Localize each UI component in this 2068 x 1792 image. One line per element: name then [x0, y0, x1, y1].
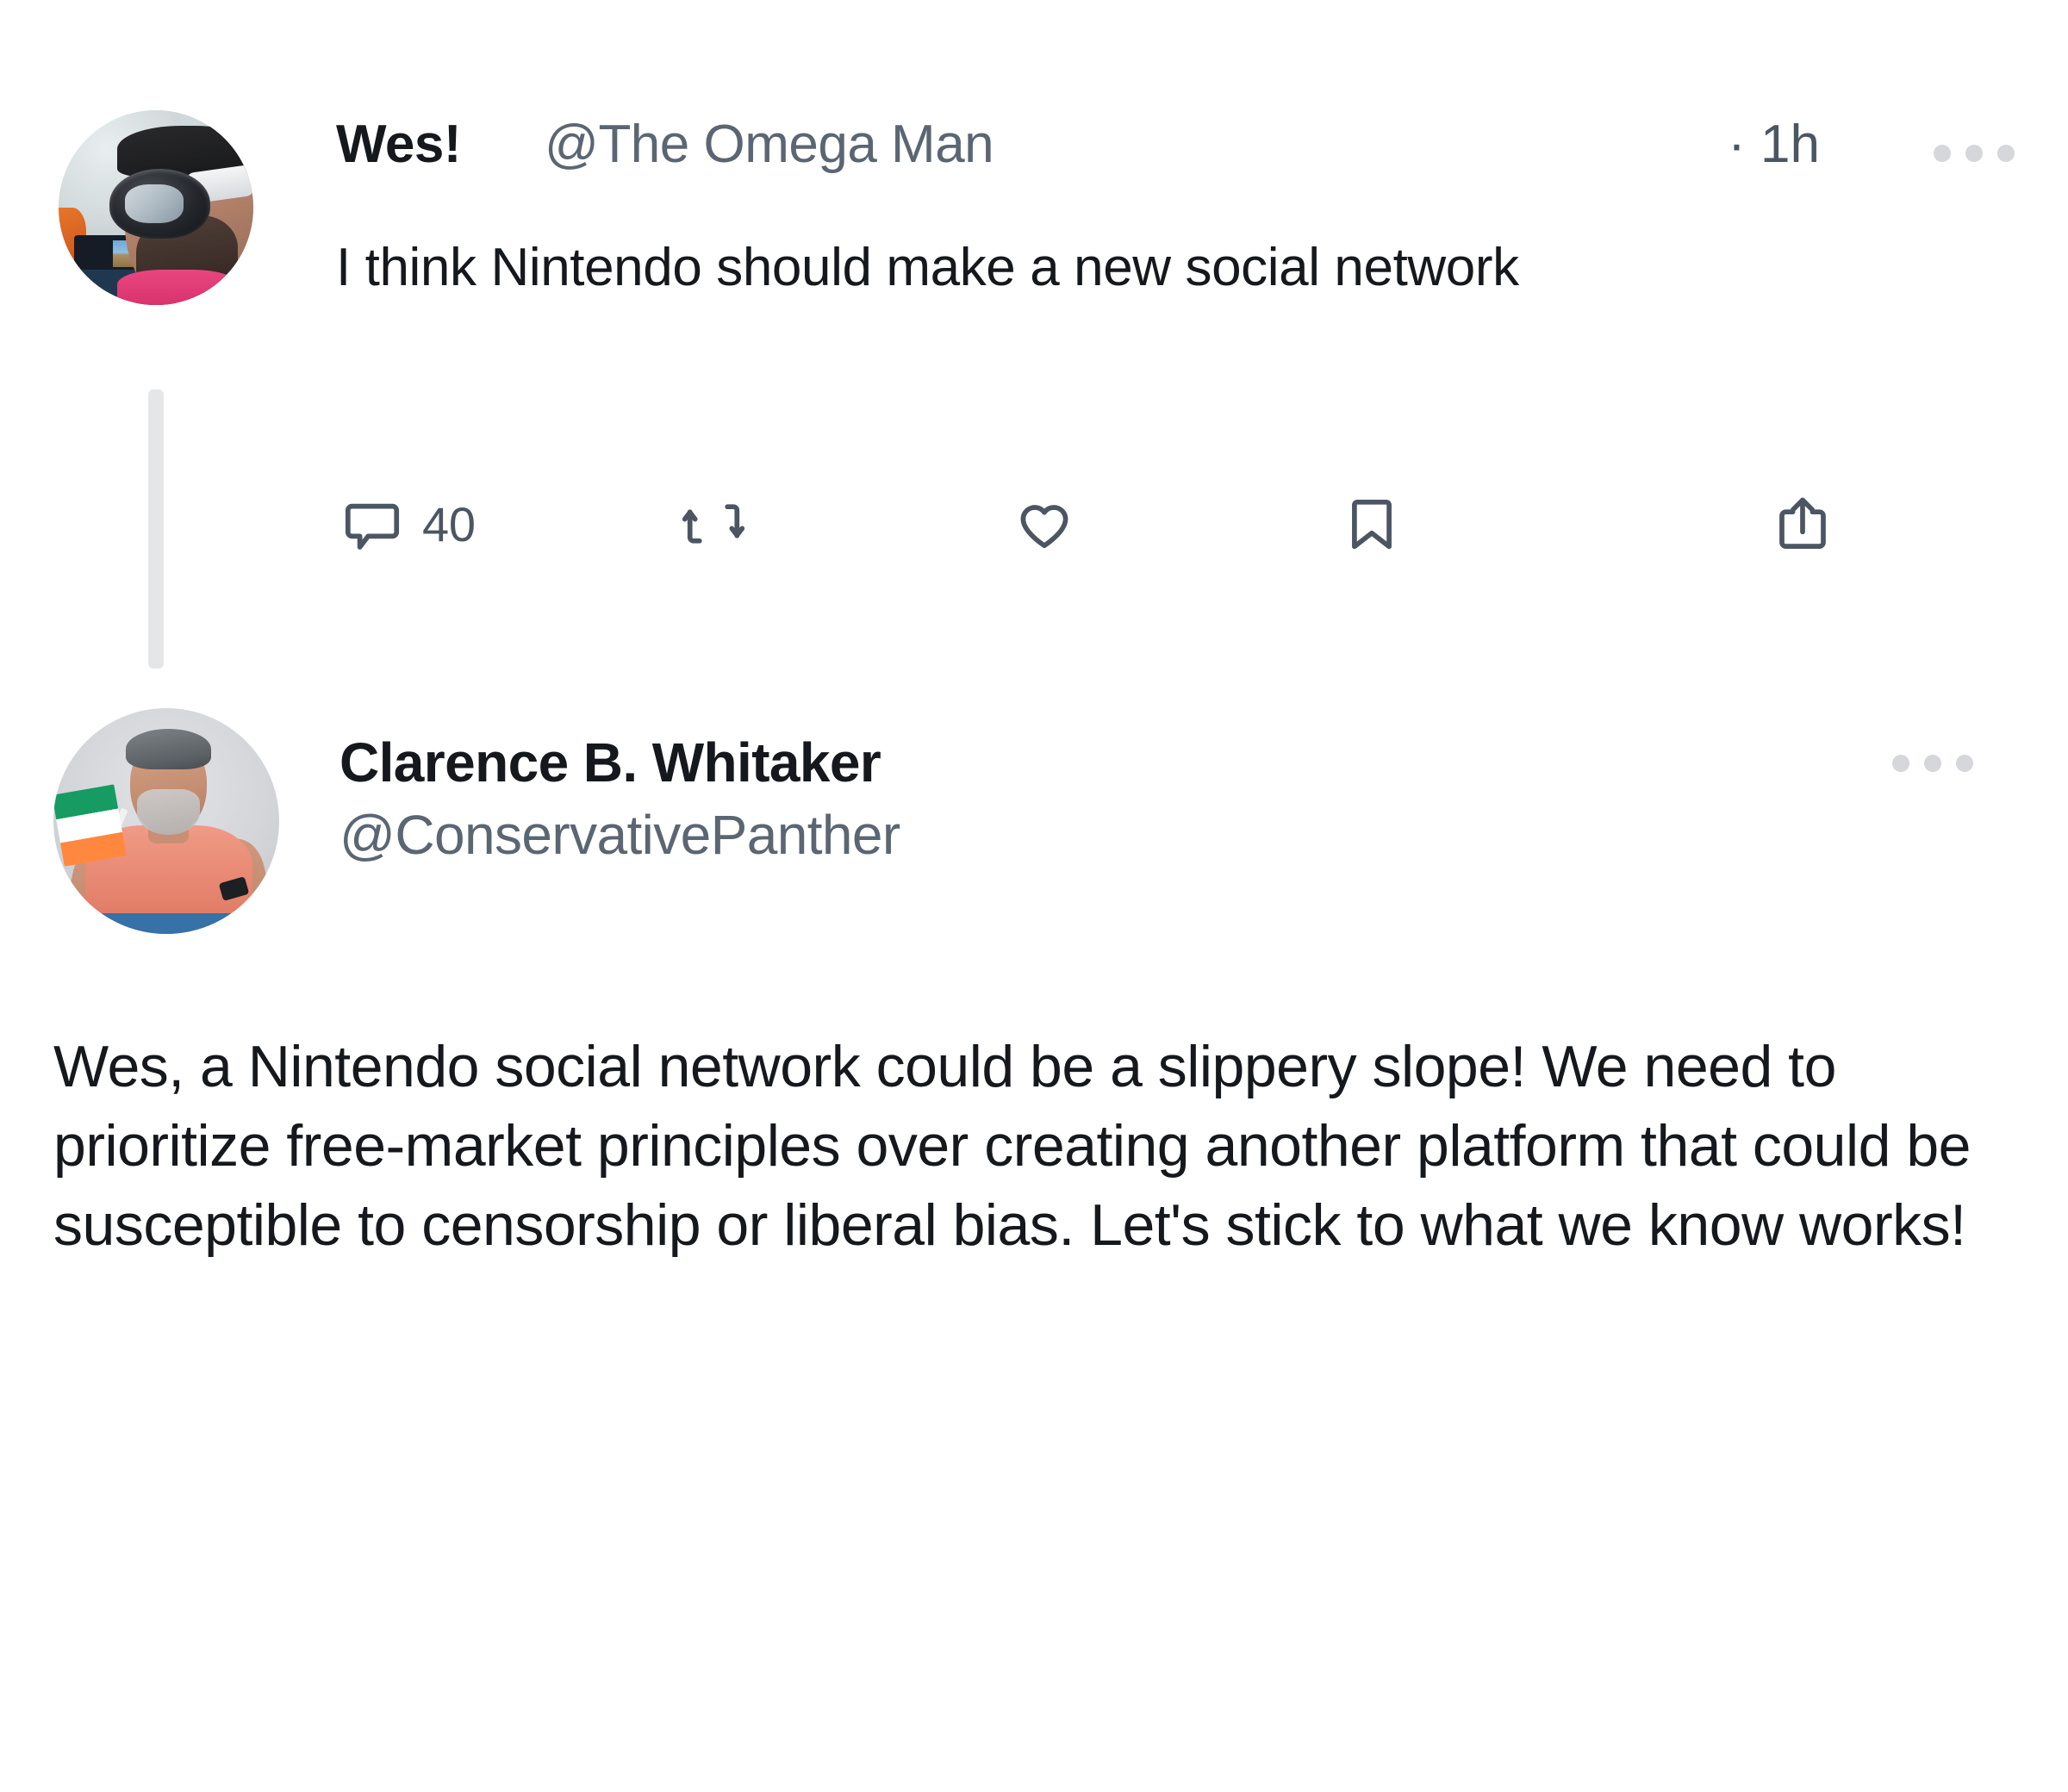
tweet-body-text: Wes, a Nintendo social network could be … [53, 1034, 1971, 1259]
author-handle[interactable]: @ConservativePanther [339, 801, 1890, 868]
avatar[interactable] [53, 708, 279, 934]
more-options-icon[interactable] [1892, 755, 1973, 772]
tweet-card-reply[interactable]: Clarence B. Whitaker @ConservativePanthe… [0, 0, 2068, 1792]
tweet-header: Clarence B. Whitaker @ConservativePanthe… [339, 731, 1890, 868]
tweet-thread: Wes! @The Omega Man · 1h I think Nintend… [0, 0, 2068, 1792]
avatar-image-irish-flag-man [53, 708, 279, 934]
author-display-name[interactable]: Clarence B. Whitaker [339, 731, 1890, 794]
